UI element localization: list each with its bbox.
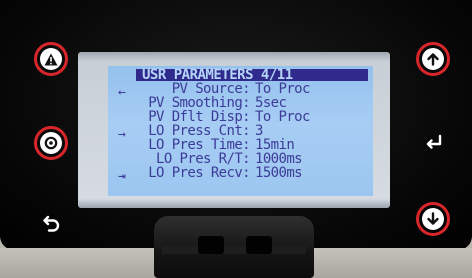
up-button[interactable] [416, 42, 450, 76]
connector-latch [154, 216, 314, 278]
arrow-down-icon [422, 208, 444, 230]
param-row-lo-press-cnt[interactable]: LO Press Cnt: 3 [140, 124, 372, 138]
undo-arrow-icon [43, 215, 60, 232]
exit-icon: ⇥ [118, 169, 126, 184]
param-row-lo-pres-recv[interactable]: LO Pres Recv: 1500ms [140, 166, 372, 180]
param-row-pv-source[interactable]: PV Source: To Proc [140, 82, 372, 96]
param-label: LO Pres Recv: [148, 165, 250, 181]
param-value: To Proc [255, 81, 310, 97]
param-label: PV Smoothing: [148, 95, 250, 111]
down-button[interactable] [416, 202, 450, 236]
param-value: 3 [255, 123, 263, 139]
latch-bar [162, 246, 306, 254]
target-ring-icon [40, 132, 62, 154]
latch-slot-right [246, 236, 272, 254]
param-value: 1000ms [255, 151, 303, 167]
screen-header: USR PARAMETERS 4/11 [136, 68, 368, 82]
enter-return-icon [426, 134, 442, 149]
param-row-lo-pres-rt[interactable]: LO Pres R/T: 1000ms [140, 152, 372, 166]
alarm-button[interactable] [34, 42, 68, 76]
param-label: PV Source: [171, 81, 251, 97]
arrow-up-icon [422, 48, 444, 70]
param-value: 1500ms [255, 165, 303, 181]
enter-button[interactable] [424, 134, 444, 156]
lcd-screen: USR PARAMETERS 4/11 ← → ⇥ PV Source: To … [108, 66, 373, 196]
param-value: To Proc [255, 109, 310, 125]
param-label: LO Pres Time: [148, 137, 250, 153]
param-label: PV Dflt Disp: [148, 109, 250, 125]
param-row-lo-pres-time[interactable]: LO Pres Time: 15min [140, 138, 372, 152]
param-row-pv-smoothing[interactable]: PV Smoothing: 5sec [140, 96, 372, 110]
param-value: 5sec [255, 95, 287, 111]
back-button[interactable] [42, 212, 62, 236]
param-row-pv-dflt-disp[interactable]: PV Dflt Disp: To Proc [140, 110, 372, 124]
enter-arrow-icon: → [118, 127, 126, 142]
latch-slot-left [198, 236, 224, 254]
param-label: LO Press Cnt: [148, 123, 250, 139]
select-button[interactable] [34, 126, 68, 160]
warning-triangle-icon [40, 48, 62, 70]
param-value: 15min [255, 137, 295, 153]
back-arrow-icon: ← [118, 85, 126, 100]
param-label: LO Pres R/T: [156, 151, 251, 167]
